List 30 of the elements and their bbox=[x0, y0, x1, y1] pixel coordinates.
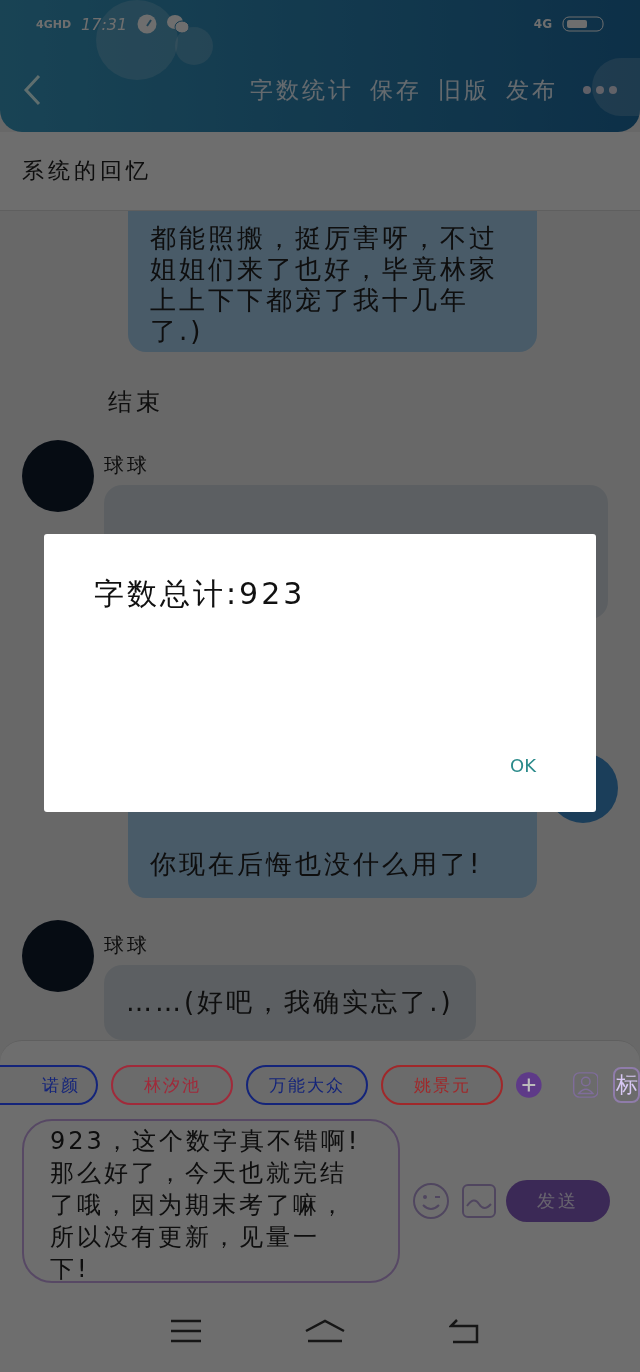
back-icon[interactable] bbox=[22, 74, 42, 106]
more-icon[interactable] bbox=[582, 85, 618, 95]
tag-button[interactable]: 标 bbox=[613, 1067, 640, 1103]
speedometer-icon bbox=[137, 14, 158, 34]
header-action[interactable]: 旧版 bbox=[430, 74, 498, 106]
message-text: ……(好吧，我确实忘了.) bbox=[126, 987, 454, 1018]
sender-name: 球球 bbox=[104, 932, 151, 959]
character-chip[interactable]: 诺颜 bbox=[0, 1065, 98, 1105]
network-label: 4G bbox=[533, 17, 552, 31]
character-chip[interactable]: 万能大众 bbox=[246, 1065, 368, 1105]
sender-name: 球球 bbox=[104, 452, 151, 479]
message-text: 你现在后悔也没什么用了! bbox=[150, 849, 483, 880]
header-action[interactable]: 发布 bbox=[498, 74, 566, 106]
home-icon[interactable] bbox=[304, 1319, 346, 1343]
dialog-message: 字数总计:923 bbox=[94, 575, 307, 613]
ok-button[interactable]: OK bbox=[500, 749, 546, 782]
character-chip[interactable]: 林汐池 bbox=[111, 1065, 233, 1105]
menu-icon[interactable] bbox=[171, 1319, 202, 1343]
network-label: 4GHD bbox=[36, 17, 72, 31]
header-action[interactable]: 保存 bbox=[362, 74, 430, 106]
clock: 17:31 bbox=[81, 14, 128, 34]
header-action[interactable]: 字数统计 bbox=[242, 74, 362, 106]
message-input[interactable]: 923，这个数字真不错啊! 那么好了，今天也就完结 了哦，因为期末考了嘛， 所以没有更新，见量一 下! bbox=[22, 1119, 400, 1283]
narration-text: 结束 bbox=[108, 387, 165, 418]
message-text: 都能照搬，挺厉害呀，不过 姐姐们来了也好，毕竟林家 上上下下都宠了我十几年 了.) bbox=[150, 223, 499, 347]
return-icon[interactable] bbox=[448, 1318, 479, 1344]
page-title: 系统的回忆 bbox=[0, 132, 640, 211]
chat-bubbles-icon bbox=[167, 14, 190, 34]
battery-icon bbox=[562, 16, 604, 32]
character-chip[interactable]: 姚景元 bbox=[381, 1065, 503, 1105]
